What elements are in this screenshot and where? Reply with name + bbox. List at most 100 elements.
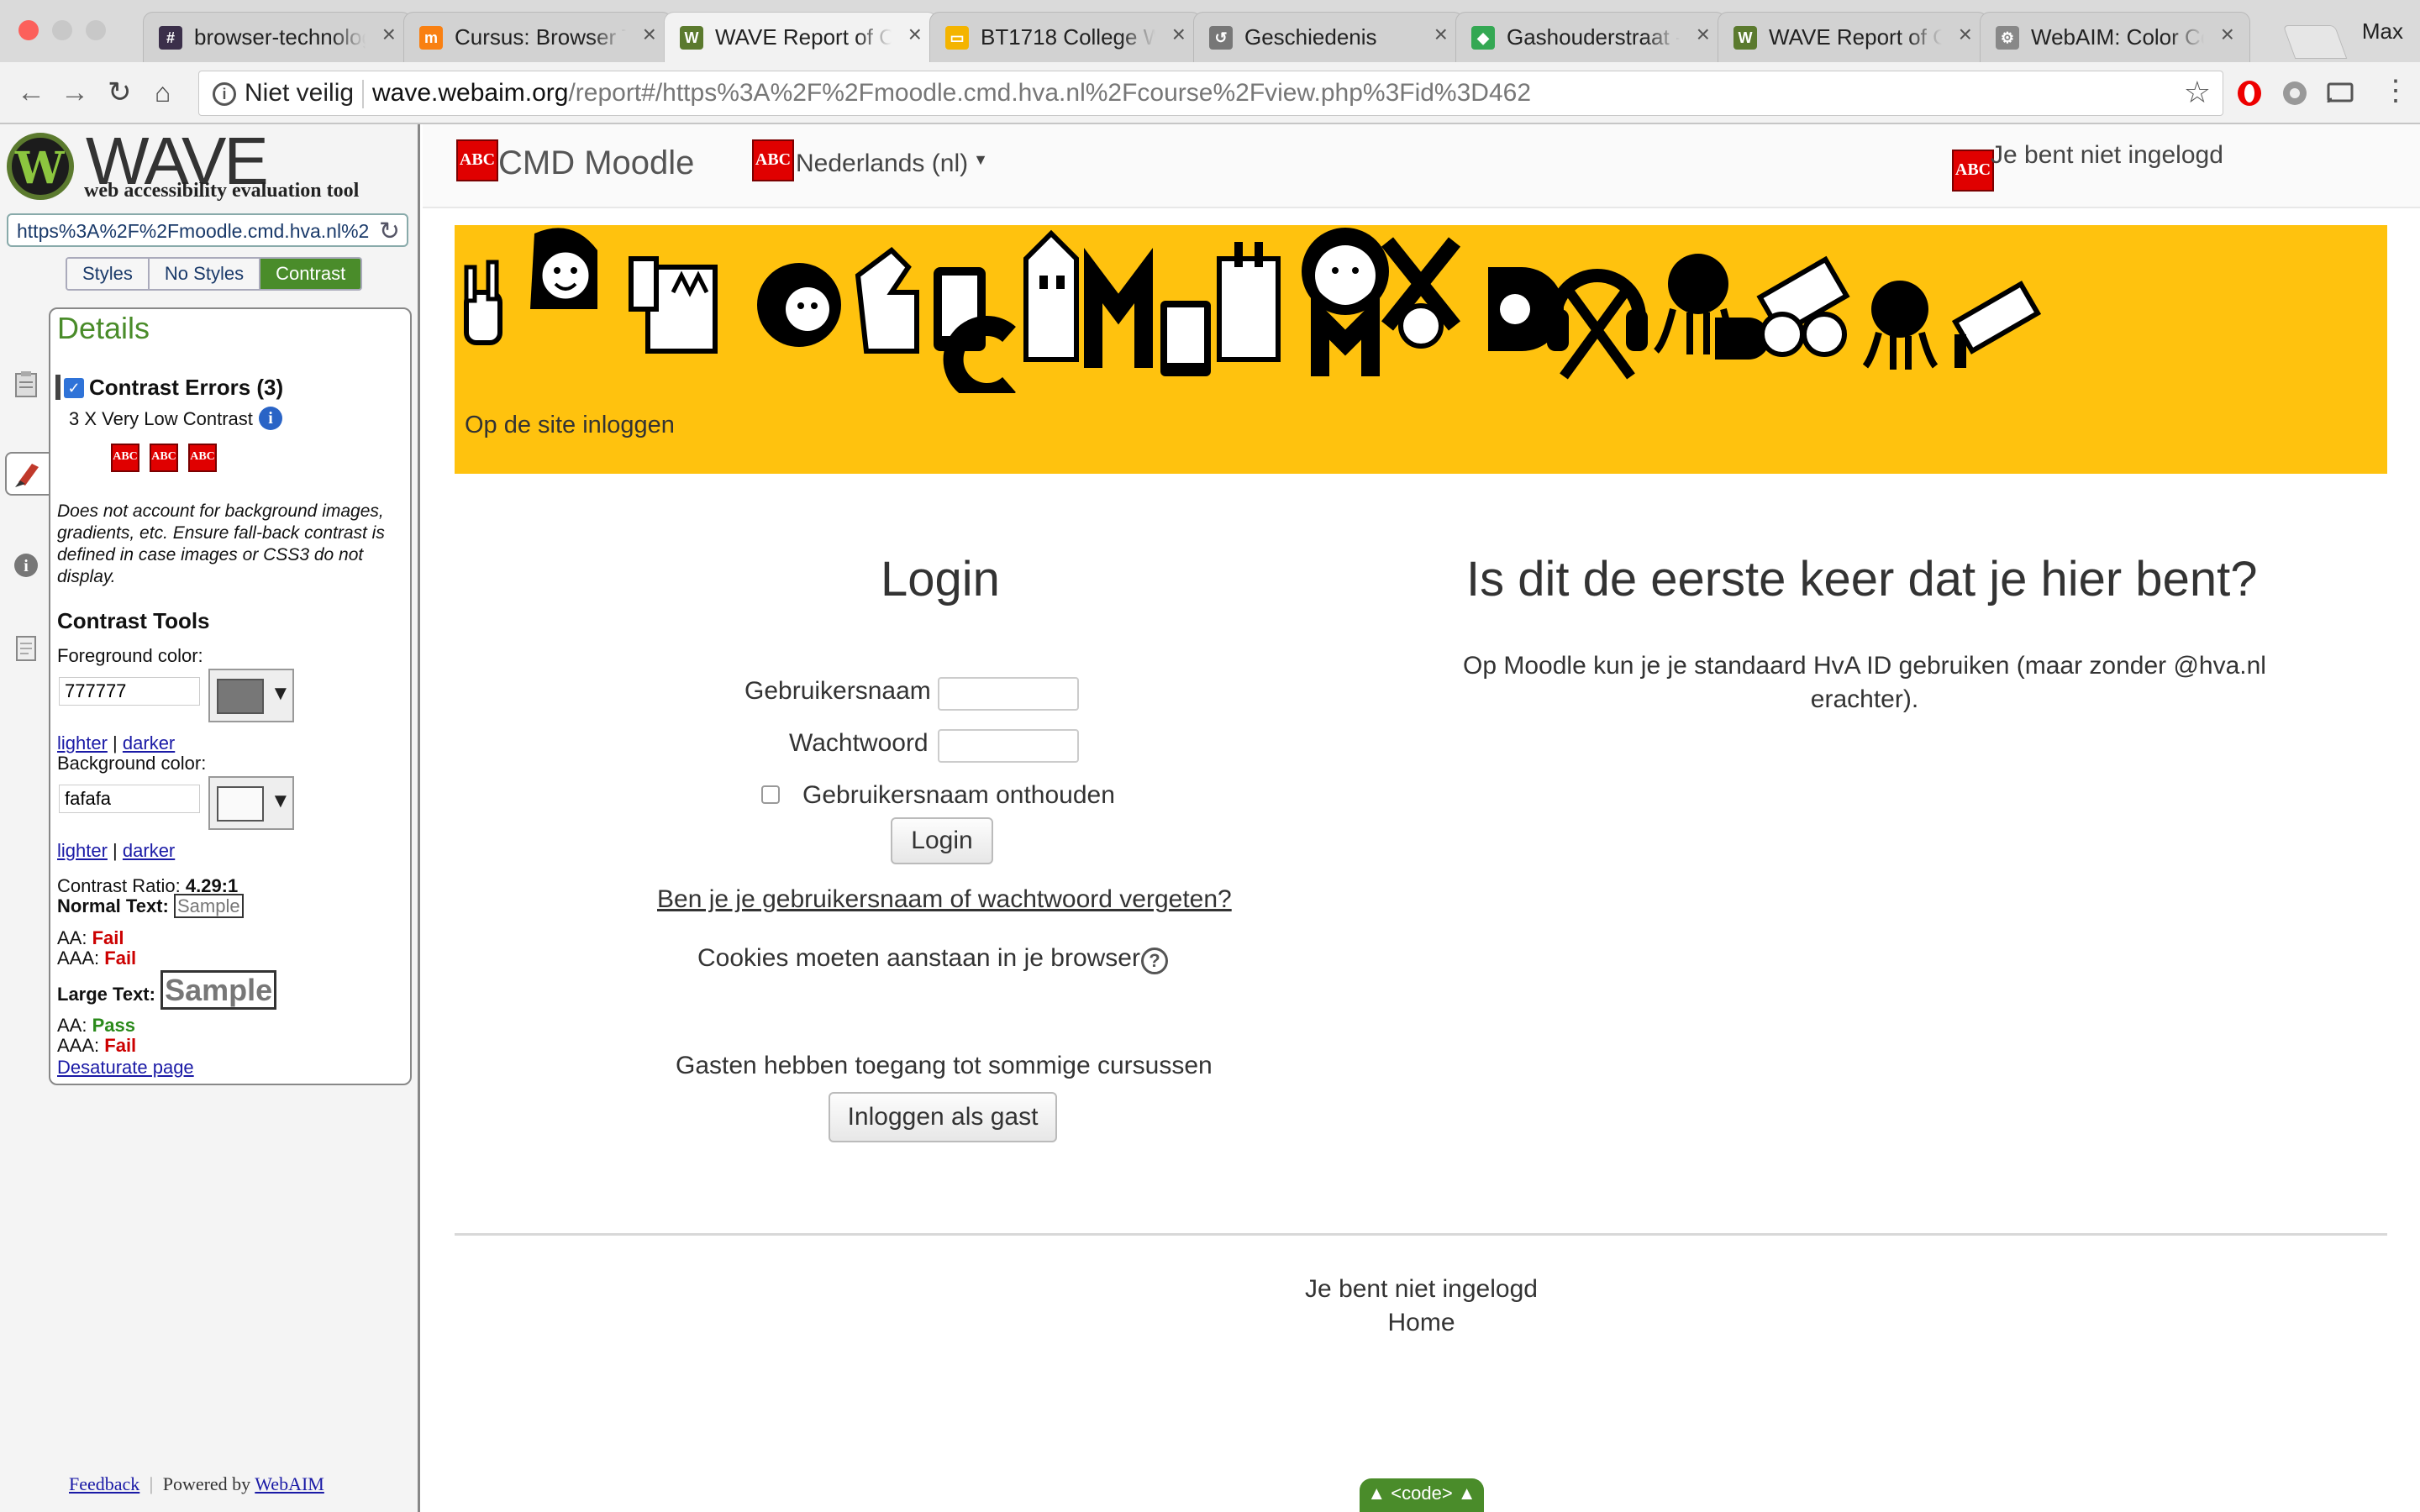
summary-clipboard-icon[interactable]: [12, 370, 40, 398]
contrast-tool-tab[interactable]: [5, 452, 50, 496]
fg-darker-link[interactable]: darker: [123, 732, 175, 753]
url-text[interactable]: wave.webaim.org/report#/https%3A%2F%2Fmo…: [372, 79, 1531, 108]
tab-favicon-icon: ◆: [1471, 26, 1495, 50]
menu-dots-icon[interactable]: ⋮: [2381, 76, 2410, 106]
desaturate-page-link[interactable]: Desaturate page: [57, 1057, 194, 1079]
dropdown-arrow-icon: ▼: [271, 682, 291, 705]
help-icon[interactable]: ?: [1141, 948, 1168, 974]
password-input[interactable]: [938, 729, 1079, 763]
foreground-color-input[interactable]: [59, 677, 200, 706]
aaa-label: AAA:: [57, 948, 100, 969]
tab-favicon-icon: W: [680, 26, 703, 50]
browser-tab[interactable]: m Cursus: Browser Te ×: [403, 12, 672, 62]
contrast-error-icon[interactable]: ABC: [456, 139, 498, 181]
background-label: Background color:: [57, 753, 207, 774]
browser-tab[interactable]: W WAVE Report of Go ×: [1718, 12, 1988, 62]
remember-username-checkbox[interactable]: [761, 785, 780, 804]
site-login-link[interactable]: Op de site inloggen: [465, 412, 675, 439]
code-document-icon[interactable]: [12, 633, 40, 662]
back-arrow-icon[interactable]: ←: [17, 77, 45, 108]
tab-close-icon[interactable]: ×: [1697, 21, 1710, 48]
background-swatch: [217, 786, 264, 822]
guest-login-button[interactable]: Inloggen als gast: [829, 1092, 1057, 1142]
aa-label: AA:: [57, 927, 87, 948]
aa-label: AA:: [57, 1015, 87, 1036]
browser-tab[interactable]: W WAVE Report of CM ×: [664, 12, 938, 62]
webaim-link[interactable]: WebAIM: [255, 1473, 324, 1494]
documentation-info-icon[interactable]: i: [12, 551, 40, 580]
bg-lighter-link[interactable]: lighter: [57, 840, 108, 861]
face-icon: [530, 228, 597, 309]
browser-tab[interactable]: # browser-technolog ×: [143, 12, 412, 62]
password-label: Wachtwoord: [789, 729, 929, 757]
very-low-contrast-label: 3 X Very Low Contrast: [69, 408, 253, 429]
minimize-window-button[interactable]: [52, 20, 72, 40]
head-icon: [757, 263, 841, 347]
tab-close-icon[interactable]: ×: [908, 21, 922, 48]
footer-home-link[interactable]: Home: [423, 1309, 2420, 1337]
foreground-color-picker[interactable]: ▼: [208, 669, 294, 722]
language-label: Nederlands (nl): [796, 150, 969, 177]
language-menu[interactable]: Nederlands (nl) ▼: [796, 150, 988, 178]
contrast-tools-heading: Contrast Tools: [57, 608, 210, 633]
close-window-button[interactable]: [18, 20, 39, 40]
bg-darker-link[interactable]: darker: [123, 840, 175, 861]
security-label[interactable]: Niet veilig: [245, 79, 354, 108]
feedback-link[interactable]: Feedback: [69, 1473, 139, 1494]
refresh-icon[interactable]: ↻: [379, 217, 400, 246]
info-icon[interactable]: i: [213, 82, 236, 106]
tab-styles[interactable]: Styles: [67, 259, 150, 289]
reload-icon[interactable]: ↻: [108, 77, 132, 108]
tab-favicon-icon: ↺: [1209, 26, 1233, 50]
code-panel-toggle[interactable]: ▲ <code> ▲: [1360, 1478, 1484, 1512]
site-name-link[interactable]: CMD Moodle: [498, 144, 694, 182]
profile-name[interactable]: Max: [2362, 18, 2403, 45]
browser-tab[interactable]: ⚙ WebAIM: Color Con ×: [1980, 12, 2250, 62]
settings-extension-icon[interactable]: [2281, 79, 2309, 108]
contrast-error-icon[interactable]: ABC: [150, 444, 178, 472]
tab-close-icon[interactable]: ×: [643, 21, 656, 48]
large-text-sample: Sample: [160, 970, 277, 1010]
tab-close-icon[interactable]: ×: [1434, 21, 1448, 48]
background-color-picker[interactable]: ▼: [208, 776, 294, 830]
guests-text: Gasten hebben toegang tot sommige cursus…: [676, 1052, 1213, 1079]
forward-arrow-icon[interactable]: →: [60, 77, 89, 108]
contrast-errors-checkbox[interactable]: ✓: [64, 378, 84, 398]
opera-extension-icon[interactable]: [2235, 79, 2264, 108]
username-input[interactable]: [938, 677, 1079, 711]
link-separator: |: [113, 840, 118, 861]
contrast-error-icon[interactable]: ABC: [752, 139, 794, 181]
zoom-window-button[interactable]: [86, 20, 106, 40]
login-button[interactable]: Login: [891, 817, 993, 864]
new-tab-button[interactable]: [2282, 25, 2348, 59]
contrast-error-icon[interactable]: ABC: [188, 444, 217, 472]
info-icon[interactable]: i: [259, 407, 282, 430]
first-time-text-line-2: erachter).: [1810, 685, 1919, 713]
forgot-password-link[interactable]: Ben je je gebruikersnaam of wachtwoord v…: [657, 885, 1232, 914]
tab-close-icon[interactable]: ×: [1959, 21, 1972, 48]
moodle-page: ABC CMD Moodle ABC Nederlands (nl) ▼ ABC …: [423, 124, 2420, 1512]
browser-tab[interactable]: ▭ BT1718 College We ×: [929, 12, 1202, 62]
tab-no-styles[interactable]: No Styles: [149, 259, 261, 289]
bookmark-star-icon[interactable]: ☆: [2184, 75, 2211, 110]
plug-icon: [1217, 242, 1281, 362]
cast-icon[interactable]: [2326, 79, 2354, 108]
browser-tab[interactable]: ◆ Gashouderstraat - ×: [1455, 12, 1726, 62]
tab-close-icon[interactable]: ×: [382, 21, 396, 48]
browser-tab[interactable]: ↺ Geschiedenis ×: [1193, 12, 1464, 62]
address-bar[interactable]: i Niet veilig wave.webaim.org/report#/ht…: [198, 71, 2223, 116]
tab-contrast[interactable]: Contrast: [260, 259, 361, 289]
tab-close-icon[interactable]: ×: [2221, 21, 2234, 48]
background-color-input[interactable]: [59, 785, 200, 813]
contrast-error-icon[interactable]: ABC: [1952, 150, 1994, 192]
tab-title: Cursus: Browser Te: [455, 24, 626, 50]
error-bar: [55, 375, 60, 400]
wave-url-input[interactable]: https%3A%2F%2Fmoodle.cmd.hva.nl%2Fcourse…: [7, 213, 408, 247]
caret-down-icon: ▼: [973, 151, 988, 168]
home-icon[interactable]: ⌂: [155, 77, 171, 108]
contrast-error-icon[interactable]: ABC: [111, 444, 139, 472]
fg-lighter-link[interactable]: lighter: [57, 732, 108, 753]
remember-username-label[interactable]: Gebruikersnaam onthouden: [802, 781, 1115, 810]
tab-close-icon[interactable]: ×: [1172, 21, 1186, 48]
details-heading: Details: [57, 311, 150, 345]
